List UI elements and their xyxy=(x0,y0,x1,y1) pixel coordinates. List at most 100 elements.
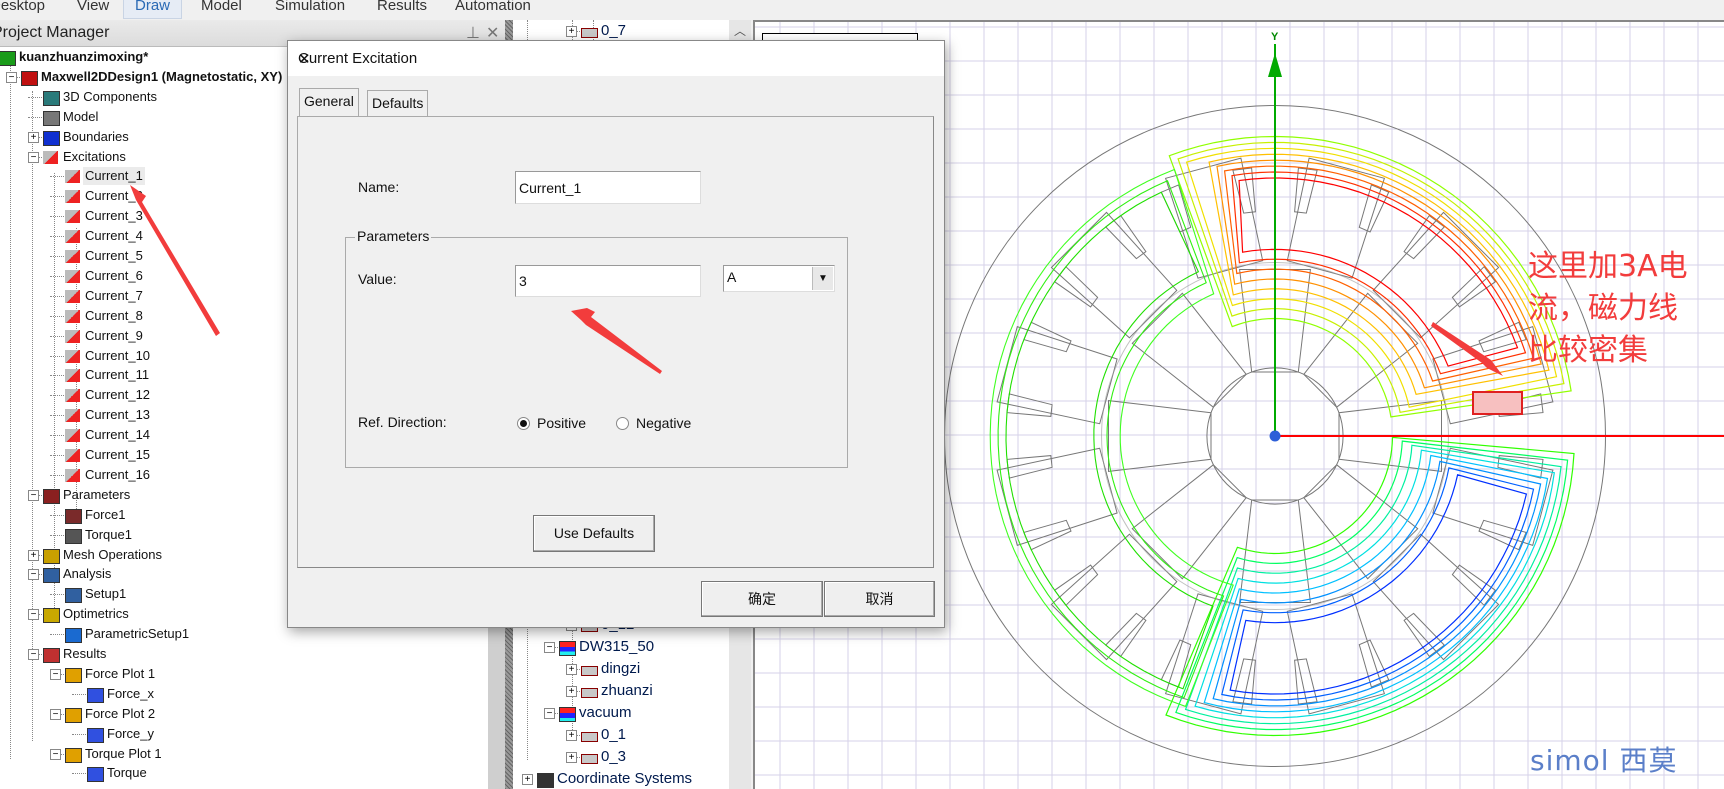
tree-item[interactable]: +0_1 xyxy=(513,726,729,744)
unit-select[interactable]: A ▼ xyxy=(723,265,835,292)
object-icon xyxy=(581,688,598,698)
origin-marker xyxy=(1269,430,1281,442)
value-label: Value: xyxy=(358,271,397,287)
tree-item[interactable]: − Force Plot 2 xyxy=(0,705,488,723)
tab-defaults[interactable]: Defaults xyxy=(367,90,429,116)
parameters-group: Parameters Value: A ▼ Ref. Direction: Po… xyxy=(345,228,848,468)
rotor-pole xyxy=(1303,464,1419,580)
collapse-icon[interactable]: − xyxy=(28,151,39,163)
tree-item[interactable]: Force_y xyxy=(0,725,488,743)
tree-item[interactable]: − Force Plot 1 xyxy=(0,665,488,683)
excitation-icon xyxy=(65,309,80,323)
tree-item-label: Current_1 xyxy=(83,167,145,186)
chevron-down-icon[interactable]: ▼ xyxy=(812,267,833,290)
tree-item[interactable]: +0_7 xyxy=(513,22,729,40)
collapse-icon[interactable]: − xyxy=(28,569,39,581)
tree-item-label: Force_y xyxy=(107,725,154,741)
expand-icon[interactable]: + xyxy=(566,686,577,697)
collapse-icon[interactable]: − xyxy=(28,649,39,660)
tree-item[interactable]: Torque xyxy=(0,764,488,783)
expand-icon[interactable]: + xyxy=(566,752,577,763)
excitation-icon xyxy=(65,289,80,303)
unit-select-value: A xyxy=(727,269,737,285)
analysis-icon xyxy=(43,568,60,584)
tree-item-label: Current_13 xyxy=(85,407,151,423)
menu-draw[interactable]: Draw xyxy=(123,0,183,19)
excitation-icon xyxy=(65,210,80,224)
coordinate-icon xyxy=(537,773,554,788)
flux-contour xyxy=(1229,474,1528,695)
collapse-icon[interactable]: − xyxy=(544,642,555,653)
excitation-icon xyxy=(65,349,80,363)
coil-rect xyxy=(1451,265,1497,308)
annotation-line: 比较密集 xyxy=(1528,333,1648,368)
expand-icon[interactable]: + xyxy=(566,664,577,675)
expand-icon[interactable]: + xyxy=(566,730,577,741)
menu-desktop[interactable]: Desktop xyxy=(0,0,45,18)
positive-label[interactable]: Positive xyxy=(537,415,586,431)
tree-item-label: Current_15 xyxy=(85,447,151,462)
project-manager-title: Project Manager xyxy=(0,24,110,41)
expand-icon[interactable]: + xyxy=(566,26,577,37)
tree-item[interactable]: − Torque Plot 1 xyxy=(0,745,488,763)
tree-item[interactable]: − vacuum xyxy=(513,704,729,722)
rotor-pole xyxy=(1303,292,1419,408)
general-tab-panel: Name: Parameters Value: A ▼ Ref. Directi… xyxy=(297,116,934,568)
name-input[interactable] xyxy=(515,171,701,204)
menu-results[interactable]: Results xyxy=(377,0,427,18)
tree-item-label: Force_x xyxy=(107,685,154,701)
collapse-icon[interactable]: − xyxy=(6,71,17,83)
cancel-button[interactable]: 取消 xyxy=(824,581,935,617)
tree-item-label: Mesh Operations xyxy=(63,546,162,562)
tree-item-label: Model xyxy=(63,108,99,124)
tree-item[interactable]: + zhuanzi xyxy=(513,682,729,700)
project-icon xyxy=(0,51,16,66)
excitation-icon xyxy=(65,468,80,482)
tree-item[interactable]: − DW315_50 xyxy=(513,638,729,656)
collapse-icon[interactable]: − xyxy=(50,708,61,720)
tree-item[interactable]: − Results xyxy=(0,645,488,663)
negative-label[interactable]: Negative xyxy=(636,415,691,431)
tree-item-label: Current_4 xyxy=(85,228,143,244)
expand-icon[interactable]: + xyxy=(28,549,39,561)
collapse-icon[interactable]: − xyxy=(50,668,61,680)
tree-item[interactable]: + dingzi xyxy=(513,660,729,678)
tree-item[interactable]: Force_x xyxy=(0,685,488,703)
value-input[interactable] xyxy=(515,265,701,297)
tree-item-label: Current_12 xyxy=(85,387,151,403)
collapse-icon[interactable]: − xyxy=(28,489,39,501)
collapse-icon[interactable]: − xyxy=(544,708,555,719)
y-axis-label: Y xyxy=(1271,31,1279,43)
negative-radio[interactable] xyxy=(616,417,629,430)
flux-contour xyxy=(1223,165,1535,382)
collapse-icon[interactable]: − xyxy=(28,609,39,621)
tree-item[interactable]: + Coordinate Systems xyxy=(513,770,729,788)
tree-item-label: 3D Components xyxy=(63,88,157,104)
selected-coil-highlight xyxy=(1472,391,1523,415)
trace-icon xyxy=(87,727,104,743)
menu-automation[interactable]: Automation xyxy=(455,0,531,18)
menu-view[interactable]: View xyxy=(77,0,109,18)
tree-item[interactable]: +0_3 xyxy=(513,748,729,766)
positive-radio[interactable] xyxy=(517,417,530,430)
use-defaults-button[interactable]: Use Defaults xyxy=(533,515,655,552)
excitation-icon xyxy=(65,230,80,244)
expand-icon[interactable]: + xyxy=(28,131,39,143)
tree-item-label: zhuanzi xyxy=(601,682,653,699)
rotor-pole xyxy=(1131,292,1247,408)
scroll-up-icon[interactable]: ︿ xyxy=(734,22,746,39)
ok-button[interactable]: 确定 xyxy=(701,581,823,617)
boundaries-icon xyxy=(43,130,60,146)
menu-simulation[interactable]: Simulation xyxy=(275,0,345,18)
close-icon[interactable]: ✕ xyxy=(298,50,933,68)
tab-general[interactable]: General xyxy=(299,88,359,116)
tree-item-label: Parameters xyxy=(63,486,131,502)
menu-model[interactable]: Model xyxy=(201,0,242,18)
parameters-group-label: Parameters xyxy=(355,228,432,244)
collapse-icon[interactable]: − xyxy=(50,748,61,760)
model-icon xyxy=(43,110,60,126)
tree-item-label: Setup1 xyxy=(85,586,127,602)
expand-icon[interactable]: + xyxy=(522,774,533,785)
tree-item-label: 0_3 xyxy=(601,748,627,765)
annotation-line: 流，磁力线 xyxy=(1528,291,1678,326)
